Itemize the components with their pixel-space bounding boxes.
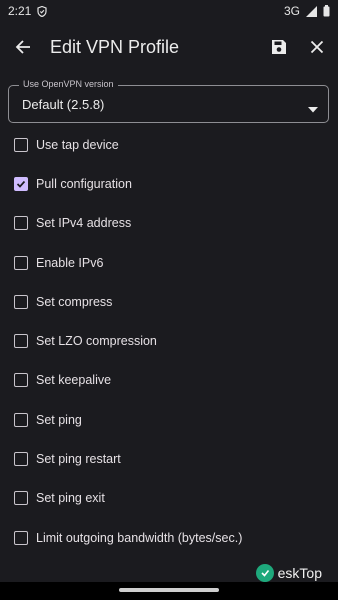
close-icon: [310, 40, 324, 54]
option-row[interactable]: Set keepalive: [0, 361, 338, 400]
checkbox[interactable]: [14, 334, 28, 349]
watermark-text: eskTop: [277, 565, 322, 581]
option-label: Set IPv4 address: [36, 216, 132, 231]
watermark: eskTop: [255, 564, 322, 582]
checkbox[interactable]: [14, 216, 28, 231]
signal-icon: [306, 5, 317, 17]
option-row[interactable]: Set ping restart: [0, 439, 338, 478]
option-label: Enable IPv6: [36, 255, 104, 270]
checkbox[interactable]: [14, 412, 28, 427]
dropdown-arrow-icon: [308, 100, 318, 118]
option-row[interactable]: Limit outgoing bandwidth (bytes/sec.): [0, 518, 338, 557]
option-label: Set compress: [36, 294, 113, 309]
option-row[interactable]: Set compress: [0, 282, 338, 321]
checkbox[interactable]: [14, 530, 28, 545]
openvpn-version-label: Use OpenVPN version: [19, 79, 118, 89]
option-label: Set ping: [36, 412, 82, 427]
checkbox[interactable]: [14, 255, 28, 270]
status-left: 2:21: [8, 4, 47, 18]
back-button[interactable]: [0, 24, 46, 70]
openvpn-version-value: Default (2.5.8): [22, 97, 105, 112]
option-label: Set ping restart: [36, 452, 121, 467]
navigation-bar: [0, 582, 338, 600]
option-row[interactable]: Pull configuration: [0, 164, 338, 203]
option-label: Limit outgoing bandwidth (bytes/sec.): [36, 530, 243, 545]
checkbox-checked[interactable]: [14, 176, 28, 191]
option-row[interactable]: Set IPv4 address: [0, 204, 338, 243]
openvpn-version-select[interactable]: Use OpenVPN version Default (2.5.8): [8, 79, 329, 123]
option-row[interactable]: Use tap device: [0, 125, 338, 164]
status-time: 2:21: [8, 4, 32, 18]
checkbox[interactable]: [14, 373, 28, 388]
option-row[interactable]: Set ping exit: [0, 479, 338, 518]
app-bar: Edit VPN Profile: [0, 24, 338, 70]
checkbox[interactable]: [14, 491, 28, 506]
battery-icon: [323, 5, 330, 17]
option-row[interactable]: Set LZO compression: [0, 321, 338, 360]
options-list: Use tap device Pull configuration Set IPv4…: [0, 125, 338, 557]
home-gesture-handle[interactable]: [119, 588, 219, 592]
save-icon: [272, 40, 286, 54]
save-button[interactable]: [260, 24, 298, 70]
arrow-back-icon: [15, 40, 30, 54]
option-label: Pull configuration: [36, 176, 132, 191]
network-type: 3G: [283, 4, 300, 18]
close-button[interactable]: [298, 24, 336, 70]
option-label: Set ping exit: [36, 491, 105, 506]
checkbox[interactable]: [14, 452, 28, 467]
page-title: Edit VPN Profile: [50, 36, 180, 57]
check-icon: [16, 180, 26, 188]
checkbox[interactable]: [14, 137, 28, 152]
status-bar: 2:21 3G: [0, 0, 338, 22]
shield-icon: [37, 5, 47, 17]
option-label: Set keepalive: [36, 373, 112, 388]
watermark-logo-icon: [255, 564, 274, 582]
status-right: 3G: [284, 4, 330, 18]
option-row[interactable]: Enable IPv6: [0, 243, 338, 282]
option-row[interactable]: Set ping: [0, 400, 338, 439]
option-label: Use tap device: [36, 137, 119, 152]
checkbox[interactable]: [14, 294, 28, 309]
option-label: Set LZO compression: [36, 334, 157, 349]
